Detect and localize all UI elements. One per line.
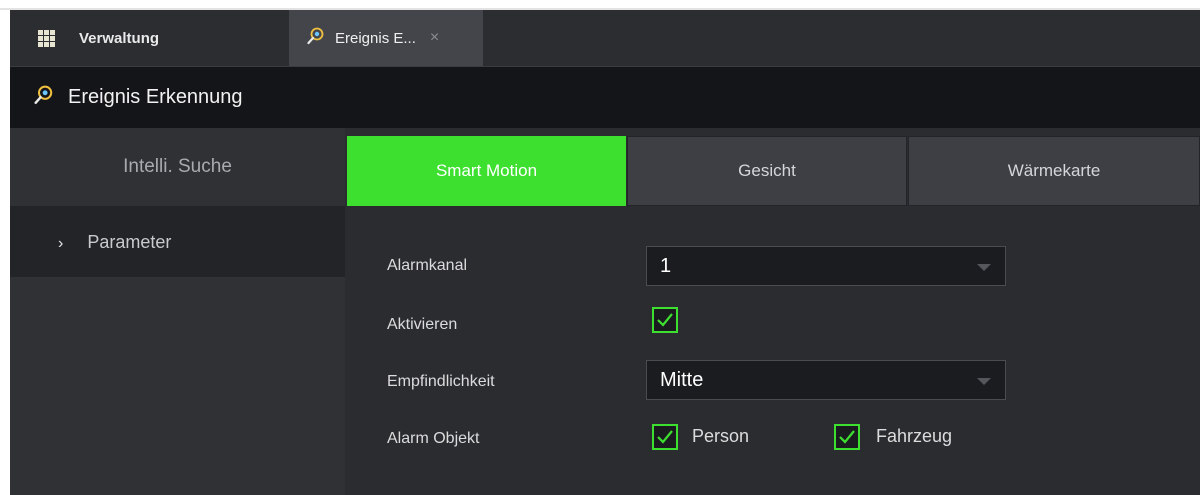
tab-ereignis-label: Ereignis E...	[335, 29, 416, 47]
person-label: Person	[692, 426, 750, 446]
page-title: Ereignis Erkennung	[68, 86, 243, 108]
sidebar: Intelli. Suche › Parameter	[10, 128, 345, 495]
page-header: Ereignis Erkennung	[10, 66, 1200, 128]
dropdown-caret-icon	[977, 378, 991, 385]
checkmark-icon	[657, 313, 673, 327]
tab-verwaltung-label: Verwaltung	[79, 29, 160, 47]
chevron-right-icon: ›	[58, 235, 64, 252]
sensitivity-value: Mitte	[660, 368, 704, 391]
event-search-icon	[34, 85, 54, 111]
tab-smart-motion[interactable]: Smart Motion	[347, 136, 626, 206]
event-search-icon	[307, 27, 325, 49]
window-top-strip	[0, 0, 1200, 10]
alarm-object-label: Alarm Objekt	[387, 430, 480, 447]
checkmark-icon	[839, 430, 855, 444]
alarm-channel-value: 1	[660, 254, 672, 277]
alarm-channel-select[interactable]: 1	[646, 246, 1006, 286]
enable-checkbox[interactable]	[652, 307, 678, 333]
enable-label: Aktivieren	[387, 316, 458, 333]
grid-icon	[38, 29, 55, 47]
sidebar-item-label: Parameter	[87, 232, 172, 252]
content-tabs: Smart Motion Gesicht Wärmekarte	[345, 136, 1200, 206]
checkmark-icon	[657, 430, 673, 444]
dropdown-caret-icon	[977, 264, 991, 271]
sidebar-heading: Intelli. Suche	[123, 156, 232, 177]
close-icon[interactable]: ×	[430, 29, 439, 47]
vehicle-checkbox[interactable]	[834, 424, 860, 450]
sidebar-item-parameter[interactable]: › Parameter	[10, 206, 345, 277]
tab-gesicht[interactable]: Gesicht	[627, 136, 907, 206]
tab-bar: Verwaltung Ereignis E... ×	[10, 10, 1200, 66]
vehicle-label: Fahrzeug	[876, 426, 953, 446]
person-checkbox[interactable]	[652, 424, 678, 450]
tab-ereignis[interactable]: Ereignis E... ×	[289, 10, 483, 66]
tab-verwaltung[interactable]: Verwaltung	[10, 10, 286, 66]
tab-waermekarte[interactable]: Wärmekarte	[908, 136, 1200, 206]
main-content: Smart Motion Gesicht Wärmekarte Alarmkan…	[345, 128, 1200, 495]
sensitivity-label: Empfindlichkeit	[387, 373, 495, 390]
alarm-channel-label: Alarmkanal	[387, 257, 468, 274]
sensitivity-select[interactable]: Mitte	[646, 360, 1006, 400]
